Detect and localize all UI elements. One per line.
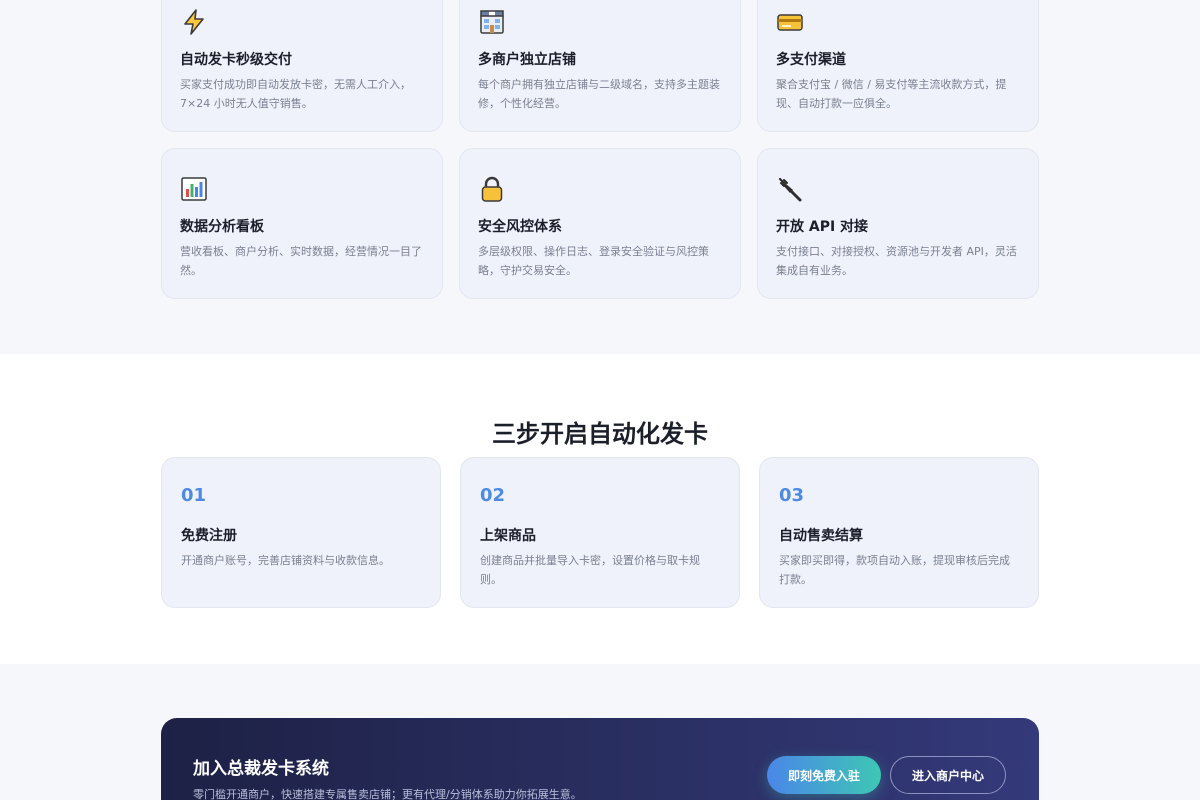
step-number: 01 bbox=[181, 485, 207, 506]
feature-card-multi-merchant: 多商户独立店铺 每个商户拥有独立店铺与二级域名，支持多主题装修，个性化经营。 bbox=[459, 0, 741, 132]
step-title: 自动售卖结算 bbox=[779, 528, 863, 544]
feature-desc: 买家支付成功即自动发放卡密，无需人工介入，7×24 小时无人值守销售。 bbox=[180, 78, 411, 110]
feature-title: 开放 API 对接 bbox=[776, 219, 869, 235]
feature-title: 自动发卡秒级交付 bbox=[180, 52, 292, 68]
feature-card-analytics: 数据分析看板 营收看板、商户分析、实时数据，经营情况一目了然。 bbox=[161, 148, 443, 299]
feature-card-auto-delivery: 自动发卡秒级交付 买家支付成功即自动发放卡密，无需人工介入，7×24 小时无人值… bbox=[161, 0, 443, 132]
join-free-button[interactable]: 即刻免费入驻 bbox=[767, 756, 881, 794]
feature-desc: 多层级权限、操作日志、登录安全验证与风控策略，守护交易安全。 bbox=[478, 245, 709, 277]
feature-title: 多支付渠道 bbox=[776, 52, 846, 68]
step-desc: 创建商品并批量导入卡密，设置价格与取卡规则。 bbox=[480, 554, 700, 586]
features-section: 自动发卡秒级交付 买家支付成功即自动发放卡密，无需人工介入，7×24 小时无人值… bbox=[0, 0, 1200, 354]
step-title: 上架商品 bbox=[480, 528, 536, 544]
steps-title: 三步开启自动化发卡 bbox=[492, 420, 708, 448]
lock-icon bbox=[478, 175, 506, 203]
feature-title: 多商户独立店铺 bbox=[478, 52, 576, 68]
store-icon bbox=[478, 8, 506, 36]
lightning-icon bbox=[180, 8, 208, 36]
feature-desc: 聚合支付宝 / 微信 / 易支付等主流收款方式，提现、自动打款一应俱全。 bbox=[776, 78, 1007, 110]
step-number: 02 bbox=[480, 485, 506, 506]
landing-page: 自动发卡秒级交付 买家支付成功即自动发放卡密，无需人工介入，7×24 小时无人值… bbox=[0, 0, 1200, 800]
bar-chart-icon bbox=[180, 175, 208, 203]
step-number: 03 bbox=[779, 485, 805, 506]
feature-title: 安全风控体系 bbox=[478, 219, 562, 235]
step-card-list-products: 02 上架商品 创建商品并批量导入卡密，设置价格与取卡规则。 bbox=[460, 457, 740, 608]
feature-card-security: 安全风控体系 多层级权限、操作日志、登录安全验证与风控策略，守护交易安全。 bbox=[459, 148, 741, 299]
plug-icon bbox=[776, 175, 804, 203]
step-desc: 开通商户账号，完善店铺资料与收款信息。 bbox=[181, 554, 390, 567]
merchant-center-button[interactable]: 进入商户中心 bbox=[890, 756, 1006, 794]
step-desc: 买家即买即得，款项自动入账，提现审核后完成打款。 bbox=[779, 554, 1010, 586]
step-title: 免费注册 bbox=[181, 528, 237, 544]
cta-subtitle: 零门槛开通商户，快速搭建专属售卖店铺；更有代理/分销体系助力你拓展生意。 bbox=[193, 788, 582, 800]
feature-desc: 营收看板、商户分析、实时数据，经营情况一目了然。 bbox=[180, 245, 422, 277]
feature-desc: 每个商户拥有独立店铺与二级域名，支持多主题装修，个性化经营。 bbox=[478, 78, 720, 110]
cta-banner: 加入总裁发卡系统 零门槛开通商户，快速搭建专属售卖店铺；更有代理/分销体系助力你… bbox=[161, 718, 1039, 800]
credit-card-icon bbox=[776, 8, 804, 36]
feature-card-payments: 多支付渠道 聚合支付宝 / 微信 / 易支付等主流收款方式，提现、自动打款一应俱… bbox=[757, 0, 1039, 132]
step-card-register: 01 免费注册 开通商户账号，完善店铺资料与收款信息。 bbox=[161, 457, 441, 608]
feature-desc: 支付接口、对接授权、资源池与开发者 API，灵活集成自有业务。 bbox=[776, 245, 1017, 277]
steps-section: 三步开启自动化发卡 01 免费注册 开通商户账号，完善店铺资料与收款信息。 02… bbox=[0, 354, 1200, 664]
cta-title: 加入总裁发卡系统 bbox=[193, 759, 329, 779]
feature-card-api: 开放 API 对接 支付接口、对接授权、资源池与开发者 API，灵活集成自有业务… bbox=[757, 148, 1039, 299]
cta-section: 加入总裁发卡系统 零门槛开通商户，快速搭建专属售卖店铺；更有代理/分销体系助力你… bbox=[0, 664, 1200, 800]
feature-title: 数据分析看板 bbox=[180, 219, 264, 235]
step-card-auto-settle: 03 自动售卖结算 买家即买即得，款项自动入账，提现审核后完成打款。 bbox=[759, 457, 1039, 608]
